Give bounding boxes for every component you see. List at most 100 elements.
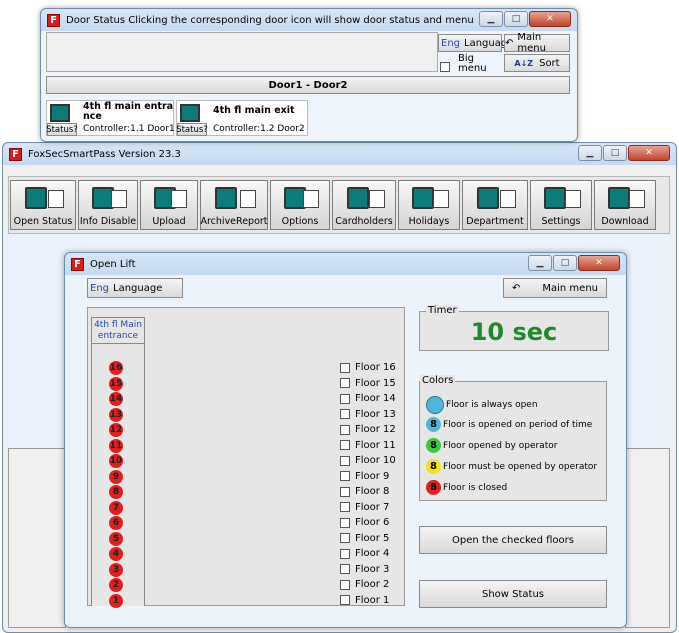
- floor-row[interactable]: Floor 1: [340, 595, 389, 606]
- lift-window-title: Open Lift: [90, 258, 136, 270]
- door-status-button-1[interactable]: Status?: [46, 123, 78, 136]
- door-icon: [180, 104, 200, 122]
- floor-status-badge[interactable]: 10: [109, 454, 123, 468]
- floor-checkbox[interactable]: [340, 564, 350, 574]
- door-status-button-2[interactable]: Status?: [176, 123, 208, 136]
- open-checked-floors-button[interactable]: Open the checked floors: [419, 526, 607, 554]
- floor-checkbox[interactable]: [340, 486, 350, 497]
- floor-row[interactable]: Floor 10: [340, 455, 396, 466]
- floor-checkbox[interactable]: [340, 502, 350, 512]
- floor-label: Floor 5: [355, 532, 390, 544]
- floor-row[interactable]: Floor 6: [340, 517, 389, 528]
- floor-checkbox[interactable]: [340, 409, 350, 419]
- floor-row[interactable]: Floor 13: [340, 409, 396, 420]
- floor-checkbox[interactable]: [340, 471, 350, 481]
- floor-status-badge[interactable]: 15: [109, 376, 123, 391]
- lift-maximize-button[interactable]: □: [553, 255, 577, 271]
- show-status-button[interactable]: Show Status: [419, 580, 607, 608]
- open-status-icon: [15, 185, 71, 213]
- floor-checkbox[interactable]: [340, 362, 350, 373]
- floor-label: Floor 15: [355, 377, 396, 389]
- floor-status-badge[interactable]: 7: [109, 500, 123, 515]
- timer-label: Timer: [426, 305, 459, 316]
- legend-swatch: 8: [426, 459, 441, 474]
- floor-row[interactable]: Floor 12: [340, 424, 396, 435]
- door-item-2[interactable]: Status? 4th fl main exit Controller:1.2 …: [176, 100, 308, 136]
- toolbar-button-5[interactable]: Cardholders: [332, 180, 396, 230]
- floor-row[interactable]: Floor 15: [340, 378, 396, 389]
- door-name-2: 4th fl main exit: [213, 105, 295, 116]
- floor-status-badge[interactable]: 6: [109, 516, 123, 530]
- floor-label: Floor 12: [355, 424, 396, 435]
- door-close-button[interactable]: ✕: [529, 11, 571, 27]
- floor-checkbox[interactable]: [340, 455, 350, 466]
- toolbar-button-7[interactable]: Department: [462, 180, 528, 230]
- floor-status-badge[interactable]: 13: [109, 407, 123, 422]
- floor-label: Floor 10: [355, 455, 396, 466]
- floor-status-badge[interactable]: 16: [109, 361, 123, 375]
- toolbar-button-4[interactable]: Options: [270, 180, 330, 230]
- floor-checkbox[interactable]: [340, 440, 350, 450]
- floor-row[interactable]: Floor 4: [340, 548, 389, 559]
- floor-row[interactable]: Floor 14: [340, 393, 396, 404]
- floor-row[interactable]: Floor 2: [340, 579, 389, 590]
- legend-item: 8 Floor is opened on period of time: [426, 417, 592, 432]
- floor-status-badge[interactable]: 11: [109, 438, 123, 453]
- floor-row[interactable]: Floor 7: [340, 502, 389, 513]
- close-button[interactable]: ✕: [628, 145, 670, 161]
- floor-status-badge[interactable]: 9: [109, 469, 123, 484]
- lift-eng-label: Eng: [90, 282, 110, 294]
- door-top-area: [46, 32, 438, 72]
- door-item-1[interactable]: Status? 4th fl main entra nce Controller…: [46, 100, 175, 136]
- floor-checkbox[interactable]: [340, 424, 350, 435]
- toolbar-button-9[interactable]: Download: [594, 180, 656, 230]
- toolbar-button-8[interactable]: Settings: [530, 180, 592, 230]
- floor-checkbox[interactable]: [340, 548, 350, 559]
- floor-status-badge[interactable]: 8: [109, 485, 123, 499]
- toolbar-button-6[interactable]: Holidays: [398, 180, 460, 230]
- maximize-button[interactable]: □: [603, 145, 627, 161]
- floor-row[interactable]: Floor 8: [340, 486, 389, 497]
- door-maximize-button[interactable]: □: [504, 11, 528, 27]
- door-main-menu-button[interactable]: ↶ Main menu: [504, 32, 570, 54]
- toolbar-button-0[interactable]: Open Status: [10, 180, 76, 230]
- lift-main-menu-button[interactable]: ↶ Main menu: [503, 278, 607, 298]
- floor-row[interactable]: Floor 16: [340, 362, 396, 373]
- toolbar-button-2[interactable]: Upload: [140, 180, 198, 230]
- lift-main-menu-return-icon: ↶: [511, 282, 521, 294]
- legend-swatch: 8: [426, 438, 441, 453]
- big-menu-checkbox[interactable]: [440, 62, 450, 72]
- lift-language-button[interactable]: Eng Language: [87, 278, 183, 298]
- sort-button[interactable]: A↓Z Sort: [504, 54, 570, 72]
- floor-checkbox[interactable]: [340, 595, 350, 605]
- door-icon: [50, 104, 70, 122]
- lift-close-button[interactable]: ✕: [578, 255, 620, 271]
- floor-status-badge[interactable]: 1: [109, 593, 123, 608]
- floor-status-badge[interactable]: 5: [109, 531, 123, 546]
- floor-status-badge[interactable]: 2: [109, 578, 123, 592]
- door-minimize-button[interactable]: ▁: [479, 11, 503, 27]
- workspace-gray-pane-right: [625, 448, 670, 628]
- door-language-button[interactable]: Eng Language: [438, 34, 513, 52]
- floor-checkbox[interactable]: [340, 393, 350, 404]
- floor-status-badge[interactable]: 14: [109, 392, 123, 406]
- floor-row[interactable]: Floor 3: [340, 564, 389, 575]
- floor-row[interactable]: Floor 11: [340, 440, 396, 451]
- toolbar-button-3[interactable]: ArchiveReport: [200, 180, 268, 230]
- toolbar-button-1[interactable]: Info Disable: [78, 180, 138, 230]
- floor-checkbox[interactable]: [340, 579, 350, 590]
- floor-checkbox[interactable]: [340, 378, 350, 388]
- lift-minimize-button[interactable]: ▁: [528, 255, 552, 271]
- floor-label: Floor 2: [355, 579, 390, 590]
- floor-checkbox[interactable]: [340, 517, 350, 528]
- floor-row[interactable]: Floor 5: [340, 533, 389, 544]
- door-group-button[interactable]: Door1 - Door2: [46, 76, 570, 94]
- floor-status-badge[interactable]: 3: [109, 562, 123, 577]
- floor-status-badge[interactable]: 4: [109, 547, 123, 561]
- floor-row[interactable]: Floor 9: [340, 471, 389, 482]
- legend-text: Floor is opened on period of time: [443, 419, 593, 430]
- lift-window-controls: ▁ □ ✕: [527, 255, 620, 271]
- floor-checkbox[interactable]: [340, 533, 350, 543]
- floor-status-badge[interactable]: 12: [109, 423, 123, 437]
- minimize-button[interactable]: ▁: [578, 145, 602, 161]
